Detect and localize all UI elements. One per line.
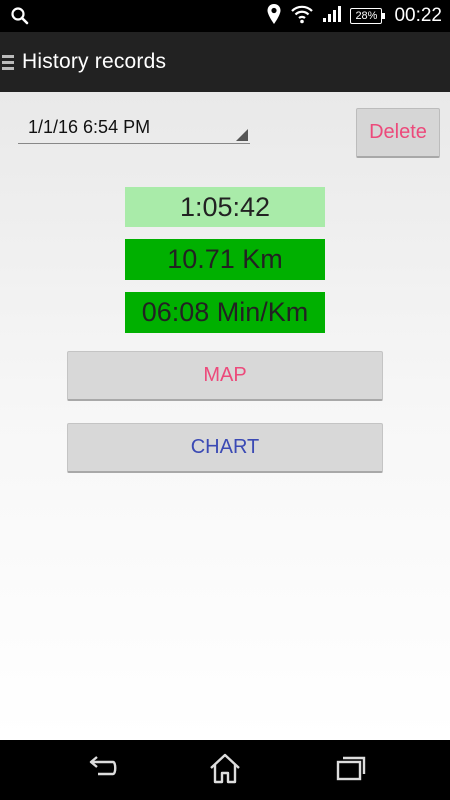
battery-icon: 28% <box>350 8 386 24</box>
signal-icon <box>322 5 342 28</box>
duration-display: 1:05:42 <box>125 187 325 227</box>
distance-display: 10.71 Km <box>125 239 325 280</box>
home-icon[interactable] <box>208 752 242 791</box>
status-bar: 28% 00:22 <box>0 0 450 32</box>
map-button[interactable]: MAP <box>67 351 383 401</box>
back-icon[interactable] <box>86 752 120 791</box>
history-content: 1/1/16 6:54 PM Delete 1:05:42 10.71 Km 0… <box>0 92 450 740</box>
delete-button[interactable]: Delete <box>356 108 440 158</box>
navigation-bar <box>0 740 450 800</box>
recents-icon[interactable] <box>334 752 368 791</box>
status-time: 00:22 <box>394 5 442 26</box>
chart-button[interactable]: CHART <box>67 423 383 473</box>
wifi-icon <box>290 4 314 29</box>
location-icon <box>266 3 282 30</box>
page-title: History records <box>22 50 167 73</box>
search-icon <box>10 6 30 31</box>
menu-icon[interactable] <box>2 52 14 73</box>
date-spinner[interactable]: 1/1/16 6:54 PM <box>18 114 250 144</box>
pace-display: 06:08 Min/Km <box>125 292 325 333</box>
selected-date: 1/1/16 6:54 PM <box>28 117 151 137</box>
dropdown-triangle-icon <box>236 129 248 141</box>
action-bar: History records <box>0 32 450 92</box>
